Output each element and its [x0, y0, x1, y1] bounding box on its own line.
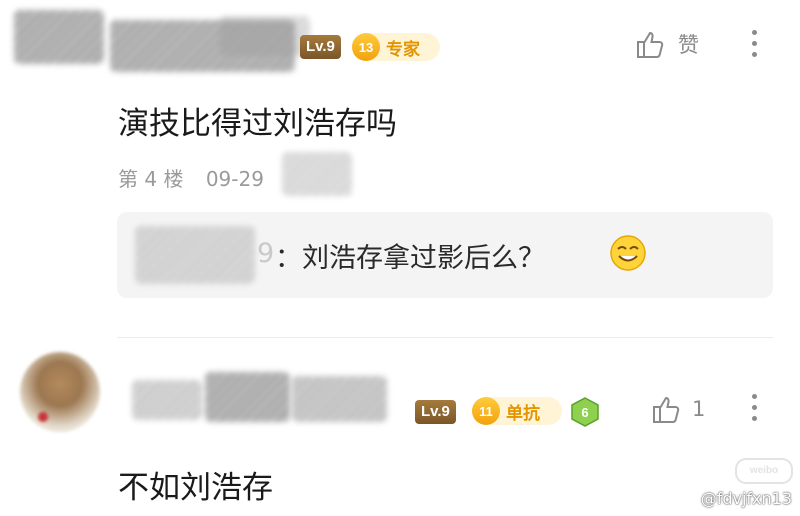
grinning-smug-emoji-icon	[609, 234, 647, 272]
username-obscured	[14, 10, 104, 64]
reply-author-suffix: 9	[257, 238, 275, 269]
fan-level-title: 单抗	[506, 403, 540, 424]
comment-text: 不如刘浩存	[118, 470, 273, 506]
username-obscured	[205, 372, 290, 422]
more-options-icon[interactable]	[752, 394, 758, 427]
location-obscured	[282, 152, 352, 196]
fan-level-badge: 13 专家	[352, 33, 440, 61]
reply-author-obscured	[135, 226, 255, 284]
more-options-icon[interactable]	[752, 30, 758, 63]
comment-meta: 第 4 楼 09-29	[118, 163, 264, 192]
avatar[interactable]	[20, 352, 100, 432]
hexagon-badge-icon: 6	[569, 396, 601, 428]
like-button[interactable]: 赞	[634, 28, 699, 60]
reply-box[interactable]: 9 ：刘浩存拿过影后么？	[117, 212, 773, 298]
fan-level-badge: 11 单抗	[472, 397, 562, 425]
like-count: 1	[692, 397, 706, 421]
fan-level-number: 11	[472, 397, 500, 425]
like-button[interactable]: 1	[650, 393, 705, 425]
reply-text: ：刘浩存拿过影后么？	[275, 243, 545, 274]
username-obscured	[132, 380, 202, 420]
comment-text: 演技比得过刘浩存吗	[118, 106, 397, 142]
level-badge: Lv.9	[415, 400, 456, 424]
username-obscured	[220, 16, 310, 56]
username-obscured	[292, 376, 387, 422]
thumbs-up-icon	[650, 393, 682, 425]
comment-date: 09-29	[205, 167, 264, 191]
level-badge: Lv.9	[300, 35, 341, 59]
watermark-handle: @fdvjfxn13	[700, 489, 792, 508]
like-label: 赞	[678, 33, 699, 57]
hexagon-badge-number: 6	[581, 405, 588, 420]
floor-number: 第 4 楼	[118, 167, 184, 191]
fan-level-number: 13	[352, 33, 380, 61]
fan-level-title: 专家	[386, 39, 420, 60]
thumbs-up-icon	[634, 28, 666, 60]
divider	[117, 337, 773, 338]
weibo-logo: weibo	[735, 458, 793, 484]
